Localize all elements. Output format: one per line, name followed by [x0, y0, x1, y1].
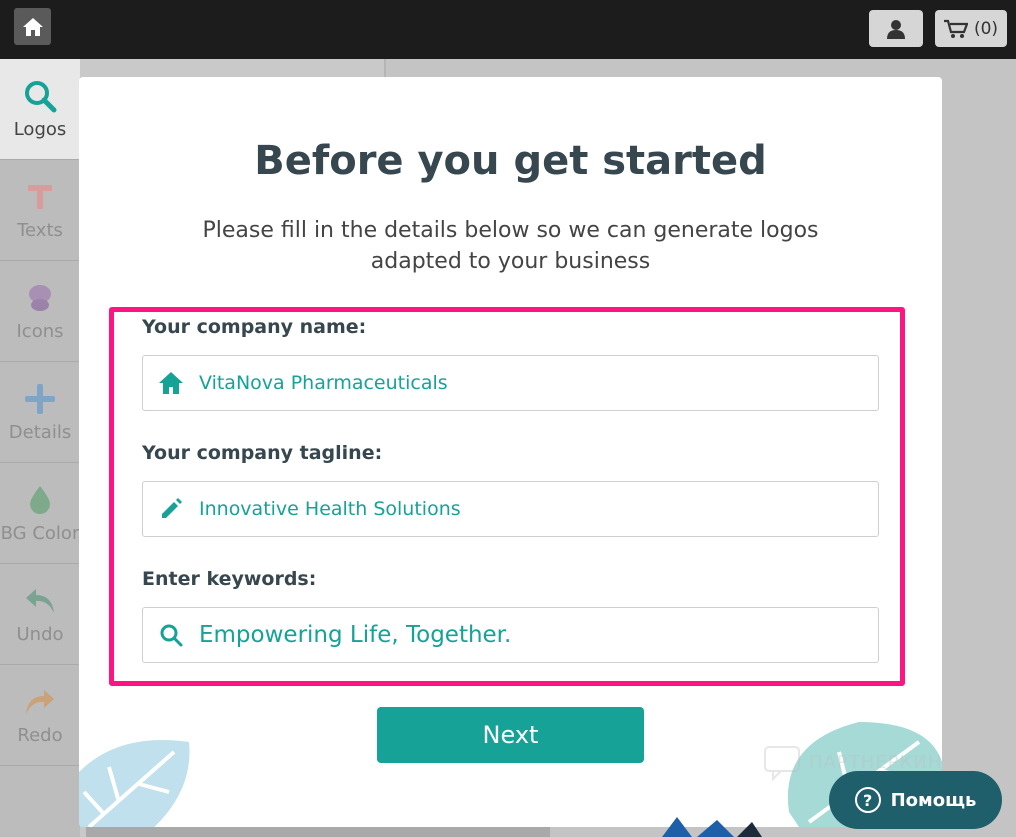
help-label: Помощь [890, 789, 977, 811]
company-name-label: Your company name: [142, 316, 367, 338]
undo-icon [23, 584, 57, 618]
search-icon [143, 607, 199, 663]
sidebar-item-undo[interactable]: Undo [0, 564, 80, 665]
sidebar-item-label: BG Color [0, 522, 80, 544]
tagline-input[interactable] [199, 498, 859, 520]
sidebar-item-label: Details [8, 421, 72, 443]
top-bar: (0) [0, 0, 1016, 59]
sidebar-item-redo[interactable]: Redo [0, 665, 80, 766]
modal-subtitle-line2: adapted to your business [370, 249, 651, 274]
modal-title: Before you get started [254, 138, 767, 184]
modal-subtitle: Please fill in the details below so we c… [199, 215, 822, 277]
company-name-input[interactable] [199, 372, 859, 394]
question-icon: ? [854, 787, 881, 813]
home-icon [143, 355, 199, 411]
keywords-label: Enter keywords: [142, 568, 317, 590]
sidebar-item-label: Icons [16, 320, 64, 342]
sidebar-item-details[interactable]: Details [0, 362, 80, 463]
next-button[interactable]: Next [377, 707, 644, 763]
tagline-field[interactable] [142, 481, 879, 537]
home-button[interactable] [14, 8, 51, 45]
text-icon [23, 180, 57, 214]
sidebar-item-texts[interactable]: Texts [0, 160, 80, 261]
chat-bubble-icon [764, 746, 800, 781]
droplet-icon [23, 483, 57, 517]
account-button[interactable] [869, 10, 923, 47]
watermark-text: ПАРТНЕРКИН [809, 751, 943, 773]
cart-count: (0) [973, 18, 999, 39]
logo-preview-peek [662, 817, 762, 837]
plus-icon [23, 382, 57, 416]
sidebar-item-label: Texts [17, 219, 63, 241]
redo-icon [23, 685, 57, 719]
keywords-input[interactable] [199, 622, 859, 648]
home-icon [22, 17, 43, 36]
sidebar-item-icons[interactable]: Icons [0, 261, 80, 362]
sidebar-item-label: Logos [13, 118, 67, 140]
sidebar-item-label: Undo [16, 623, 64, 645]
modal-subtitle-line1: Please fill in the details below so we c… [202, 218, 819, 243]
pencil-icon [143, 481, 199, 537]
sidebar-item-label: Redo [17, 724, 63, 746]
keywords-field[interactable] [142, 607, 879, 663]
company-name-field[interactable] [142, 355, 879, 411]
cart-button[interactable]: (0) [935, 10, 1007, 47]
sidebar-item-logos[interactable]: Logos [0, 59, 80, 160]
sidebar-item-bg-color[interactable]: BG Color [0, 463, 80, 564]
leaf-decoration-left [79, 740, 190, 827]
sidebar: Logos Texts Icons Details BG Color Undo … [0, 59, 80, 837]
icons-icon [23, 281, 57, 315]
help-button[interactable]: ? Помощь [829, 771, 1002, 829]
user-icon [887, 19, 905, 39]
cart-icon [943, 19, 968, 38]
onboarding-modal: Before you get started Please fill in th… [79, 77, 942, 827]
search-icon [23, 79, 57, 113]
tagline-label: Your company tagline: [142, 442, 383, 464]
